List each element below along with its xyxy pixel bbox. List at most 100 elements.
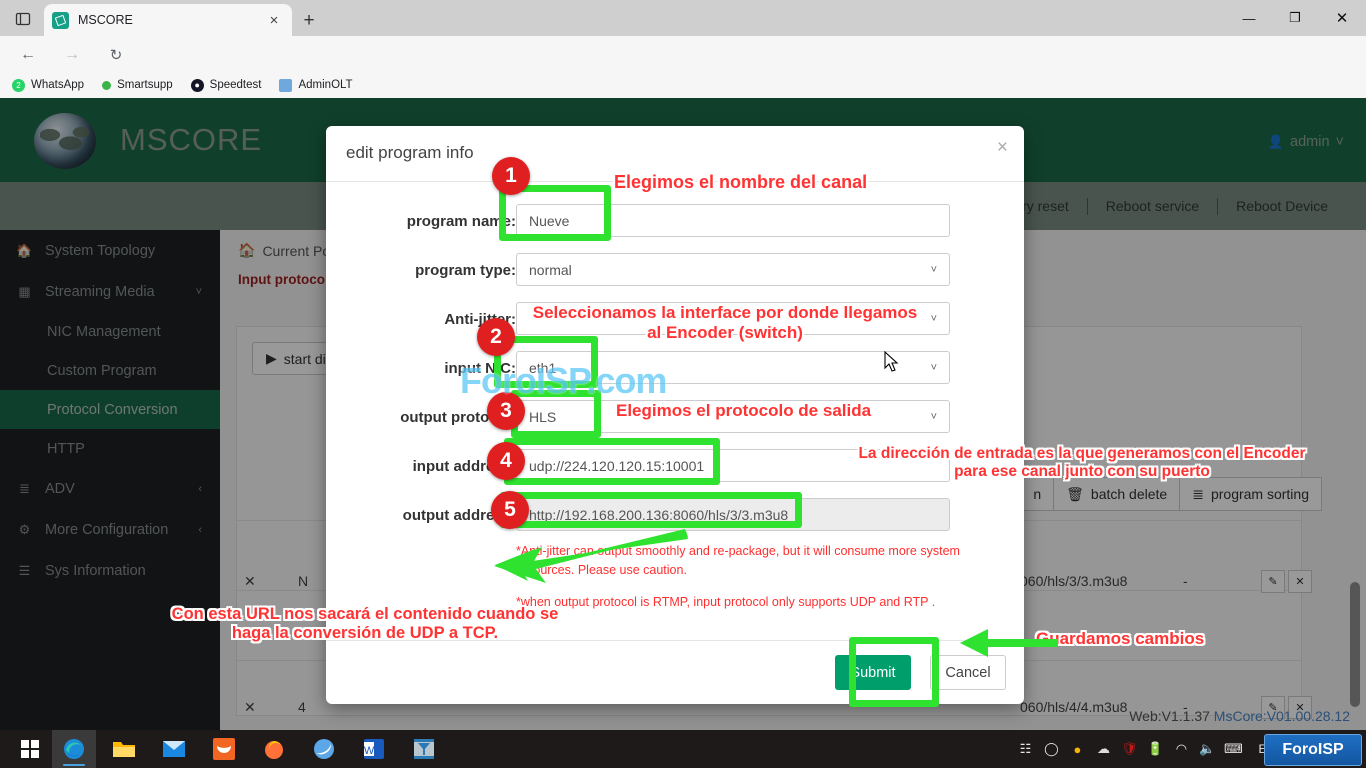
volume-icon[interactable]: 🔈 <box>1194 730 1220 768</box>
battery-icon[interactable]: 🔋 <box>1142 730 1168 768</box>
keyboard-icon[interactable]: ⌨ <box>1220 730 1246 768</box>
sidebar-item-streaming-media[interactable]: ▦ Streaming Media ˅ <box>0 271 220 312</box>
table-row: ✕ <box>244 699 256 715</box>
globe-logo-icon <box>34 113 96 169</box>
mscore-favicon <box>52 11 69 29</box>
program-sorting-label: program sorting <box>1210 486 1309 502</box>
chevron-left-icon: ‹ <box>198 482 202 495</box>
window-controls: — ❐ ✕ <box>1226 0 1366 36</box>
batch-delete-button[interactable]: 🗑 batch delete <box>1053 477 1181 511</box>
edit-program-dialog: edit program info × program name: Nueve … <box>326 126 1024 704</box>
reload-icon[interactable]: ↻ <box>102 42 130 68</box>
network-notify-icon[interactable]: ☷ <box>1012 730 1038 768</box>
dialog-header: edit program info × <box>326 126 1024 182</box>
bookmark-whatsapp[interactable]: 2 WhatsApp <box>12 78 85 92</box>
list-icon: ≣ <box>19 480 30 496</box>
chrome-icon[interactable]: ● <box>1064 730 1090 768</box>
bookmark-label: AdminOLT <box>298 79 353 91</box>
browser-tab[interactable]: MSCORE × <box>44 4 292 36</box>
bookmark-adminolt[interactable]: AdminOLT <box>279 78 353 92</box>
tab-title: MSCORE <box>78 13 133 27</box>
input-address-input[interactable]: udp://224.120.120.15:10001 <box>516 449 950 482</box>
submit-button[interactable]: Submit <box>835 655 911 690</box>
bookmark-label: Speedtest <box>209 79 262 91</box>
field-label: input NIC: <box>444 360 516 377</box>
row-edit-icon[interactable]: ✎ <box>1261 570 1285 593</box>
forward-icon[interactable]: → <box>58 42 86 68</box>
table-row-extra: - <box>1183 573 1188 589</box>
bookmark-smartsupp[interactable]: Smartsupp <box>102 79 173 91</box>
field-label: output protocol: <box>400 409 516 426</box>
svg-text:W: W <box>364 745 375 757</box>
table-row-name: N <box>298 573 309 589</box>
whatsapp-icon: 2 <box>12 78 25 92</box>
sidebar-item-label: Sys Information <box>45 562 146 579</box>
taskbar-mail-icon[interactable] <box>152 730 196 768</box>
sidebar: 🏠 System Topology ▦ Streaming Media ˅ NI… <box>0 230 220 730</box>
taskbar-file-explorer-icon[interactable] <box>102 730 146 768</box>
headset-icon[interactable]: ◯ <box>1038 730 1064 768</box>
taskbar-edge-icon[interactable] <box>52 730 96 768</box>
chevron-down-icon: ˅ <box>930 312 937 325</box>
output-protocol-value: HLS <box>529 408 557 425</box>
sidebar-item-more-configuration[interactable]: ⚙ More Configuration ‹ <box>0 509 220 550</box>
sort-list-icon: ≣ <box>1192 485 1204 502</box>
table-button-partial[interactable]: n <box>1020 477 1055 511</box>
mcafee-icon[interactable]: 🛡 <box>1116 730 1142 768</box>
back-icon[interactable]: ← <box>14 42 42 68</box>
cancel-button[interactable]: Cancel <box>930 655 1006 690</box>
user-menu[interactable]: 👤 admin ˅ <box>1268 134 1344 150</box>
close-icon[interactable]: × <box>997 138 1008 157</box>
reboot-device-link[interactable]: Reboot Device <box>1218 198 1346 214</box>
foroisp-watermark-tag: ForoISP <box>1264 734 1362 766</box>
sidebar-item-sys-information[interactable]: ☰ Sys Information <box>0 550 220 591</box>
bookmarks-bar: 2 WhatsApp Smartsupp ● Speedtest AdminOL… <box>0 72 1366 98</box>
reboot-service-link[interactable]: Reboot service <box>1088 198 1217 214</box>
taskbar-winscp-icon[interactable] <box>402 730 446 768</box>
row-delete-icon[interactable]: ✕ <box>1288 570 1312 593</box>
version-info: Web:V1.1.37 MsCore:V01.00.28.12 <box>1129 708 1350 724</box>
speedtest-icon: ● <box>190 78 204 92</box>
table-action-buttons: n 🗑 batch delete ≣ program sorting <box>1020 477 1322 511</box>
core-version: MsCore:V01.00.28.12 <box>1213 708 1350 724</box>
taskbar-thunderbird-icon[interactable] <box>202 730 246 768</box>
sidebar-item-custom-program[interactable]: Custom Program <box>0 351 220 390</box>
sidebar-item-nic-management[interactable]: NIC Management <box>0 312 220 351</box>
chevron-down-icon: ˅ <box>195 285 202 298</box>
anti-jitter-select[interactable]: ˅ <box>516 302 950 335</box>
breadcrumb-label: Current Po <box>262 242 331 259</box>
field-program-name: program name: Nueve <box>326 200 1024 249</box>
sidebar-item-label: ADV <box>45 480 75 497</box>
taskbar-teamviewer-icon[interactable] <box>302 730 346 768</box>
user-icon: 👤 <box>1267 134 1285 149</box>
batch-delete-label: batch delete <box>1090 486 1168 502</box>
wifi-icon[interactable]: ◠ <box>1168 730 1194 768</box>
program-name-input[interactable]: Nueve <box>516 204 950 237</box>
sidebar-item-http[interactable]: HTTP <box>0 429 220 468</box>
sidebar-item-adv[interactable]: ≣ ADV ‹ <box>0 468 220 509</box>
window-close-icon[interactable]: ✕ <box>1318 0 1366 36</box>
start-button[interactable] <box>8 734 52 764</box>
taskbar-firefox-icon[interactable] <box>252 730 296 768</box>
close-icon[interactable]: × <box>264 10 284 30</box>
browser-titlebar: MSCORE × + — ❐ ✕ <box>0 0 1366 36</box>
onedrive-icon[interactable]: ☁ <box>1090 730 1116 768</box>
bookmark-speedtest[interactable]: ● Speedtest <box>190 78 262 92</box>
sidebar-item-label: Streaming Media <box>45 283 155 300</box>
field-label: input address: <box>412 458 516 475</box>
program-type-select[interactable]: normal ˅ <box>516 253 950 286</box>
taskbar-word-icon[interactable]: W <box>352 730 396 768</box>
new-tab-button[interactable]: + <box>296 8 322 32</box>
program-sorting-button[interactable]: ≣ program sorting <box>1179 477 1322 511</box>
bookmark-label: WhatsApp <box>31 79 85 91</box>
tab-list-icon[interactable] <box>12 8 34 30</box>
sidebar-item-protocol-conversion[interactable]: Protocol Conversion <box>0 390 220 429</box>
minimize-icon[interactable]: — <box>1226 0 1272 36</box>
input-nic-select[interactable]: eth1 ˅ <box>516 351 950 384</box>
maximize-icon[interactable]: ❐ <box>1272 0 1318 36</box>
gears-icon: ⚙ <box>18 521 31 537</box>
vertical-scrollbar[interactable] <box>1350 582 1360 707</box>
output-protocol-select[interactable]: HLS ˅ <box>516 400 950 433</box>
server-icon: ☰ <box>18 562 31 578</box>
sidebar-item-system-topology[interactable]: 🏠 System Topology <box>0 230 220 271</box>
